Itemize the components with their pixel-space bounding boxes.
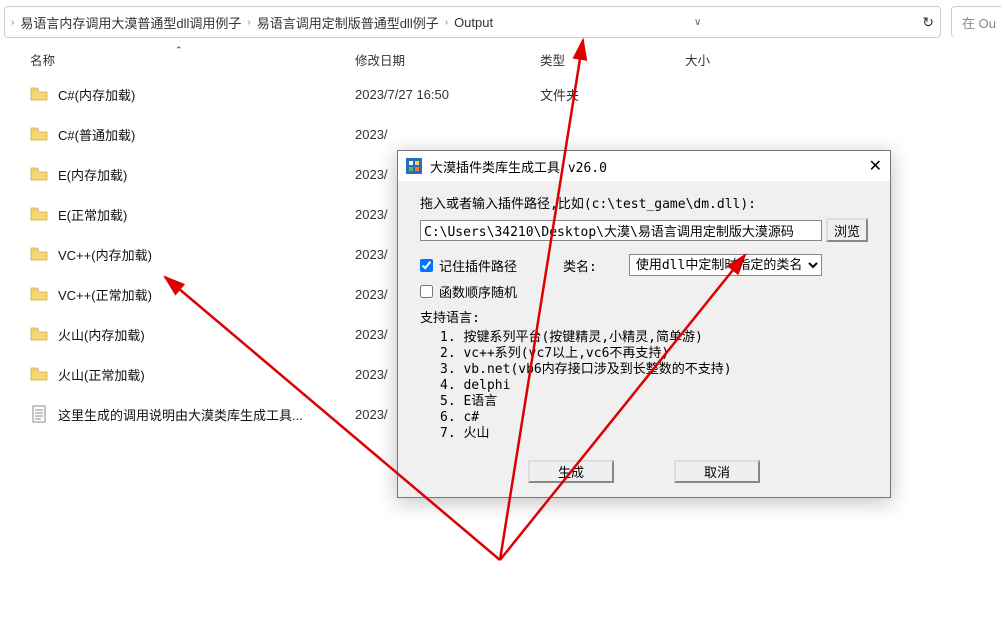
breadcrumb-item[interactable]: Output [454,15,493,30]
file-row[interactable]: C#(内存加载) 2023/7/27 16:50文件夹 [30,74,975,114]
refresh-icon[interactable]: ↻ [922,14,934,31]
chevron-right-icon: › [11,17,14,28]
file-name: 火山(内存加载) [58,325,145,344]
file-name: 这里生成的调用说明由大漠类库生成工具... [58,405,303,424]
file-row[interactable]: C#(普通加载) 2023/ [30,114,975,154]
classname-select[interactable]: 使用dll中定制时指定的类名 [629,254,822,276]
support-item: 1. 按键系列平台(按键精灵,小精灵,简单游) [440,330,868,346]
breadcrumb[interactable]: › 易语言内存调用大漠普通型dll调用例子 › 易语言调用定制版普通型dll例子… [4,6,941,38]
file-date: 2023/7/27 16:50 [355,87,540,102]
folder-icon [30,167,48,181]
file-name: E(正常加载) [58,205,127,224]
plugin-path-input[interactable] [420,220,822,241]
support-list: 1. 按键系列平台(按键精灵,小精灵,简单游)2. vc++系列(vc7以上,v… [420,330,868,442]
column-headers: 名称 ⌃ 修改日期 类型 大小 [0,44,1005,74]
folder-icon [30,127,48,141]
generate-button[interactable]: 生成 [528,460,614,483]
random-order-checkbox[interactable] [420,285,433,298]
support-item: 2. vc++系列(vc7以上,vc6不再支持) [440,346,868,362]
dropdown-icon[interactable]: ∨ [694,17,701,28]
address-bar: › 易语言内存调用大漠普通型dll调用例子 › 易语言调用定制版普通型dll例子… [0,0,1005,44]
search-placeholder: 在 Ou [962,13,996,32]
chevron-right-icon: › [247,17,250,28]
dialog-titlebar[interactable]: 大漠插件类库生成工具 v26.0 ✕ [398,151,890,181]
random-order-label: 函数顺序随机 [439,282,517,301]
file-name: 火山(正常加载) [58,365,145,384]
sort-ascending-icon: ⌃ [175,45,183,56]
column-name-header[interactable]: 名称 [30,54,55,68]
support-item: 6. c# [440,410,868,426]
chevron-right-icon: › [445,17,448,28]
breadcrumb-item[interactable]: 易语言调用定制版普通型dll例子 [257,13,439,32]
file-name: E(内存加载) [58,165,127,184]
column-date-header[interactable]: 修改日期 [355,54,405,68]
breadcrumb-item[interactable]: 易语言内存调用大漠普通型dll调用例子 [20,13,241,32]
textfile-icon [30,405,48,423]
support-item: 5. E语言 [440,394,868,410]
file-date: 2023/ [355,127,540,142]
close-icon[interactable]: ✕ [869,156,882,176]
generator-dialog: 大漠插件类库生成工具 v26.0 ✕ 拖入或者输入插件路径,比如(c:\test… [397,150,891,498]
dialog-title: 大漠插件类库生成工具 v26.0 [430,157,607,176]
folder-icon [30,327,48,341]
folder-icon [30,367,48,381]
folder-icon [30,87,48,101]
app-icon [406,158,422,174]
cancel-button[interactable]: 取消 [674,460,760,483]
column-size-header[interactable]: 大小 [685,54,710,68]
file-name: VC++(内存加载) [58,245,152,264]
file-type: 文件夹 [540,85,685,104]
column-type-header[interactable]: 类型 [540,54,565,68]
remember-path-label: 记住插件路径 [439,256,517,275]
support-item: 4. delphi [440,378,868,394]
file-name: C#(普通加载) [58,125,135,144]
support-item: 3. vb.net(vb6内存接口涉及到长整数的不支持) [440,362,868,378]
classname-label: 类名: [563,256,597,275]
browse-button[interactable]: 浏览 [826,218,868,242]
file-name: VC++(正常加载) [58,285,152,304]
file-name: C#(内存加载) [58,85,135,104]
folder-icon [30,247,48,261]
path-hint-label: 拖入或者输入插件路径,比如(c:\test_game\dm.dll): [420,193,868,212]
support-item: 7. 火山 [440,426,868,442]
remember-path-checkbox[interactable] [420,259,433,272]
support-title-label: 支持语言: [420,307,868,326]
folder-icon [30,207,48,221]
folder-icon [30,287,48,301]
search-input[interactable]: 在 Ou [951,6,1001,38]
